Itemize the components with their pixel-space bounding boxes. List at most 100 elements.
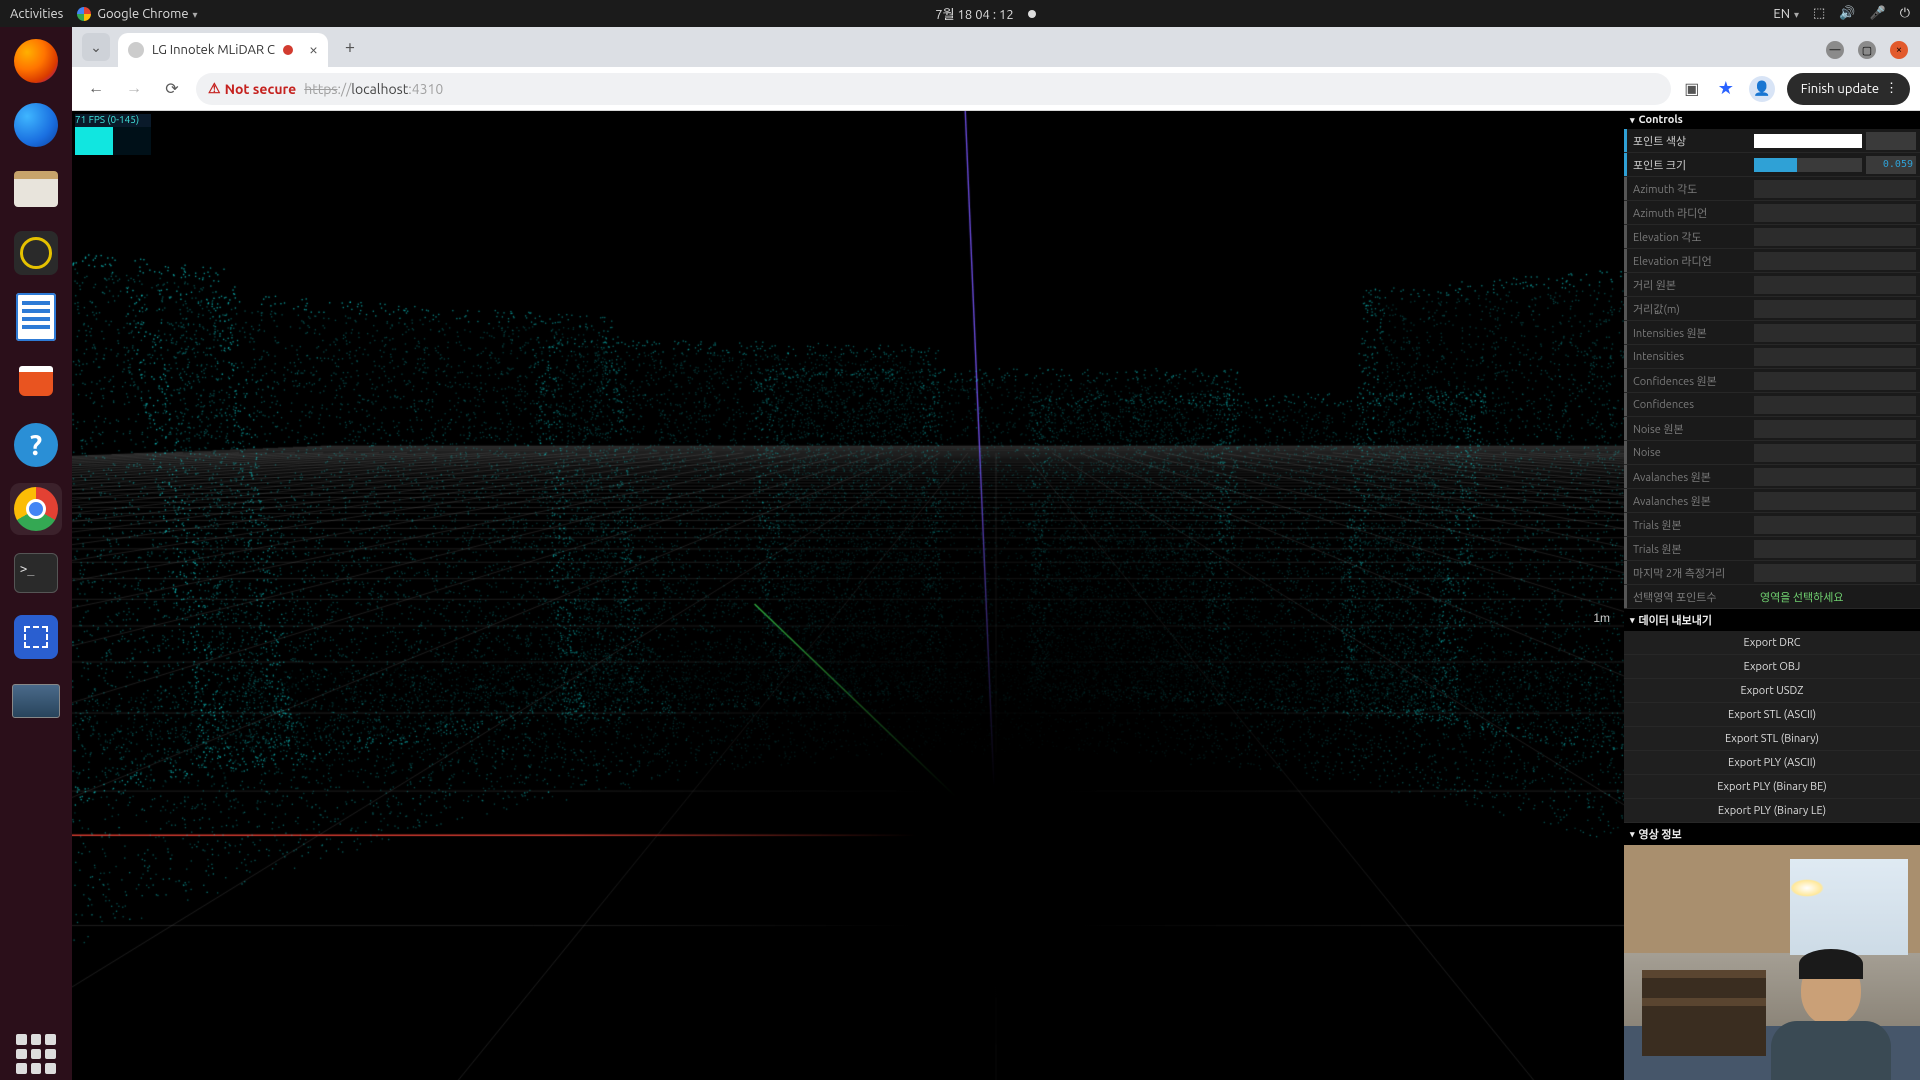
dock-thunderbird[interactable] xyxy=(10,99,62,151)
app-menu[interactable]: Google Chrome xyxy=(77,7,197,21)
rhythmbox-icon xyxy=(14,231,58,275)
azimuth-rad-field[interactable] xyxy=(1754,204,1916,222)
last2-dist-field[interactable] xyxy=(1754,564,1916,582)
firefox-icon xyxy=(14,39,58,83)
lidar-viewport[interactable]: 71 FPS (0-145) 1m Controls 포인트 색상 포인트 크기… xyxy=(72,111,1920,1080)
app-menu-label: Google Chrome xyxy=(97,7,197,21)
export-drc-button[interactable]: Export DRC xyxy=(1624,631,1920,655)
volume-icon[interactable]: 🔊 xyxy=(1839,6,1855,21)
folder-video[interactable]: 영상 정보 xyxy=(1624,823,1920,845)
elevation-rad-field[interactable] xyxy=(1754,252,1916,270)
export-stl-binary-button[interactable]: Export STL (Binary) xyxy=(1624,727,1920,751)
axis-scale-1m: 1m xyxy=(1593,611,1610,625)
dock-show-apps[interactable] xyxy=(10,1028,62,1080)
thumbnail-icon xyxy=(12,684,60,718)
export-ply-le-button[interactable]: Export PLY (Binary LE) xyxy=(1624,799,1920,823)
row-point-color: 포인트 색상 xyxy=(1624,129,1920,153)
dock-image-thumb[interactable] xyxy=(10,675,62,727)
point-color-extra[interactable] xyxy=(1866,132,1916,150)
point-size-slider[interactable] xyxy=(1754,158,1862,172)
finish-update-button[interactable]: Finish update ⋮ xyxy=(1787,73,1910,105)
terminal-icon xyxy=(14,553,58,593)
webcam-preview[interactable] xyxy=(1624,845,1920,1080)
dock-rhythmbox[interactable] xyxy=(10,227,62,279)
avalanches-raw-field[interactable] xyxy=(1754,468,1916,486)
trials-raw-field[interactable] xyxy=(1754,516,1916,534)
export-stl-ascii-button[interactable]: Export STL (ASCII) xyxy=(1624,703,1920,727)
thunderbird-icon xyxy=(14,103,58,147)
stats-panel[interactable]: 71 FPS (0-145) xyxy=(75,114,151,155)
recording-indicator-icon xyxy=(283,45,293,55)
new-tab-button[interactable]: + xyxy=(336,33,364,61)
notification-dot-icon xyxy=(1028,10,1036,18)
finish-update-label: Finish update xyxy=(1801,82,1879,96)
sel-point-msg: 영역을 선택하세요 xyxy=(1754,589,1916,605)
elevation-deg-field[interactable] xyxy=(1754,228,1916,246)
noise-raw-field[interactable] xyxy=(1754,420,1916,438)
chrome-menu-icon[interactable]: ⋮ xyxy=(1885,81,1896,96)
address-bar[interactable]: ⚠ Not secure https://localhost:4310 xyxy=(196,73,1671,105)
window-maximize-button[interactable]: ▢ xyxy=(1858,41,1876,59)
tab-lidar[interactable]: LG Innotek MLiDAR C × xyxy=(118,33,328,67)
folder-controls[interactable]: Controls xyxy=(1624,111,1920,129)
dock-files[interactable] xyxy=(10,163,62,215)
fps-label: 71 FPS (0-145) xyxy=(75,114,139,125)
power-icon[interactable]: ⏻ xyxy=(1900,6,1910,21)
webcam-person xyxy=(1760,955,1902,1080)
confidences-raw-field[interactable] xyxy=(1754,372,1916,390)
bookmark-star-icon[interactable]: ★ xyxy=(1715,78,1737,100)
dock-software[interactable] xyxy=(10,355,62,407)
point-size-value[interactable]: 0.059 xyxy=(1866,156,1916,174)
not-secure-label: Not secure xyxy=(225,81,297,97)
confidences-field[interactable] xyxy=(1754,396,1916,414)
apps-grid-icon xyxy=(16,1034,56,1074)
tab-title: LG Innotek MLiDAR C xyxy=(152,43,275,57)
input-language[interactable]: EN xyxy=(1773,7,1799,21)
activities-button[interactable]: Activities xyxy=(10,7,63,21)
camera-access-icon[interactable]: ▣ xyxy=(1681,78,1703,100)
export-ply-ascii-button[interactable]: Export PLY (ASCII) xyxy=(1624,751,1920,775)
dock-help[interactable]: ? xyxy=(10,419,62,471)
range-m-field[interactable] xyxy=(1754,300,1916,318)
window-minimize-button[interactable]: — xyxy=(1826,41,1844,59)
intensities-field[interactable] xyxy=(1754,348,1916,366)
dock-writer[interactable] xyxy=(10,291,62,343)
noise-field[interactable] xyxy=(1754,444,1916,462)
window-close-button[interactable]: × xyxy=(1890,41,1908,59)
clock[interactable]: 7월 18 04 : 12 xyxy=(935,4,1013,23)
warning-icon: ⚠ xyxy=(208,80,221,97)
window-controls: — ▢ × xyxy=(1826,41,1920,67)
url-text: https://localhost:4310 xyxy=(304,81,443,97)
microphone-icon[interactable]: 🎤 xyxy=(1870,6,1886,21)
chrome-window: LG Innotek MLiDAR C × + — ▢ × ← → ⟳ ⚠ No… xyxy=(72,27,1920,1080)
dock-firefox[interactable] xyxy=(10,35,62,87)
nav-back-button[interactable]: ← xyxy=(82,75,110,103)
point-color-swatch[interactable] xyxy=(1754,134,1862,148)
webcam-window xyxy=(1790,859,1908,955)
profile-avatar[interactable]: 👤 xyxy=(1749,76,1775,102)
controls-panel: Controls 포인트 색상 포인트 크기 0.059 Azimuth 각도 … xyxy=(1624,111,1920,1080)
tab-close-button[interactable]: × xyxy=(309,41,318,59)
security-chip[interactable]: ⚠ Not secure xyxy=(208,80,296,97)
range-raw-field[interactable] xyxy=(1754,276,1916,294)
trials-raw2-field[interactable] xyxy=(1754,540,1916,558)
intensities-raw-field[interactable] xyxy=(1754,324,1916,342)
azimuth-deg-field[interactable] xyxy=(1754,180,1916,198)
dock-terminal[interactable] xyxy=(10,547,62,599)
dock-screenshot[interactable] xyxy=(10,611,62,663)
files-icon xyxy=(14,171,58,207)
gnome-top-bar: Activities Google Chrome 7월 18 04 : 12 E… xyxy=(0,0,1920,27)
omnibox-bar: ← → ⟳ ⚠ Not secure https://localhost:431… xyxy=(72,67,1920,111)
chrome-app-icon xyxy=(14,487,58,531)
search-tabs-button[interactable] xyxy=(82,33,110,61)
network-icon[interactable]: ⬚ xyxy=(1813,6,1825,21)
export-obj-button[interactable]: Export OBJ xyxy=(1624,655,1920,679)
dock-chrome[interactable] xyxy=(10,483,62,535)
export-usdz-button[interactable]: Export USDZ xyxy=(1624,679,1920,703)
export-ply-be-button[interactable]: Export PLY (Binary BE) xyxy=(1624,775,1920,799)
folder-export[interactable]: 데이터 내보내기 xyxy=(1624,609,1920,631)
tab-favicon-icon xyxy=(128,42,144,58)
nav-forward-button[interactable]: → xyxy=(120,75,148,103)
avalanches-raw2-field[interactable] xyxy=(1754,492,1916,510)
nav-reload-button[interactable]: ⟳ xyxy=(158,75,186,103)
